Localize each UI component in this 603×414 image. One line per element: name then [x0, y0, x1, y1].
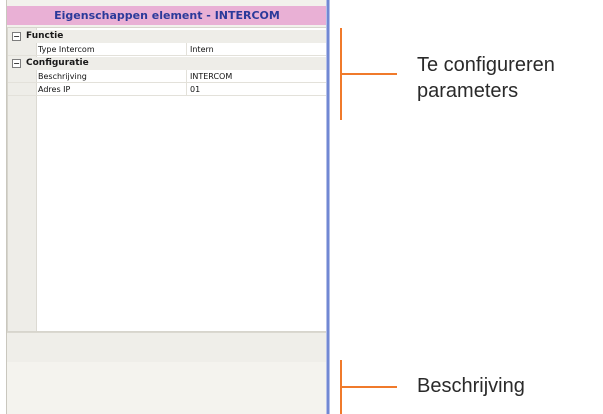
property-key: Beschrijving: [38, 72, 87, 81]
description-area: [7, 362, 327, 414]
property-grid[interactable]: − Functie Type Intercom Intern − Configu…: [7, 27, 327, 332]
column-divider: [186, 43, 187, 56]
category-label: Functie: [26, 31, 64, 41]
property-row-beschrijving[interactable]: Beschrijving INTERCOM: [8, 70, 326, 83]
property-value[interactable]: INTERCOM: [190, 70, 232, 83]
column-divider: [186, 70, 187, 83]
panel-title: Eigenschappen element - INTERCOM: [7, 6, 327, 25]
parameters-pointer: [341, 73, 397, 75]
panel-splitter[interactable]: [326, 0, 330, 414]
property-row-adres-ip[interactable]: Adres IP 01: [8, 83, 326, 96]
collapse-icon[interactable]: −: [12, 32, 21, 41]
property-row-type-intercom[interactable]: Type Intercom Intern: [8, 43, 326, 56]
properties-panel: Eigenschappen element - INTERCOM − Funct…: [6, 0, 327, 414]
description-pointer: [341, 386, 397, 388]
property-value[interactable]: 01: [190, 83, 200, 96]
parameters-annotation-line1: Te configureren: [417, 54, 555, 76]
category-label: Configuratie: [26, 58, 89, 68]
parameters-annotation-line2: parameters: [417, 80, 519, 102]
description-annotation: Beschrijving: [417, 375, 525, 397]
property-key: Adres IP: [38, 85, 71, 94]
category-functie[interactable]: − Functie: [8, 30, 326, 43]
collapse-icon[interactable]: −: [12, 59, 21, 68]
category-configuratie[interactable]: − Configuratie: [8, 57, 326, 70]
property-key: Type Intercom: [38, 45, 95, 54]
property-value[interactable]: Intern: [190, 43, 214, 56]
panel-status-strip: [7, 332, 327, 364]
column-divider: [186, 83, 187, 96]
